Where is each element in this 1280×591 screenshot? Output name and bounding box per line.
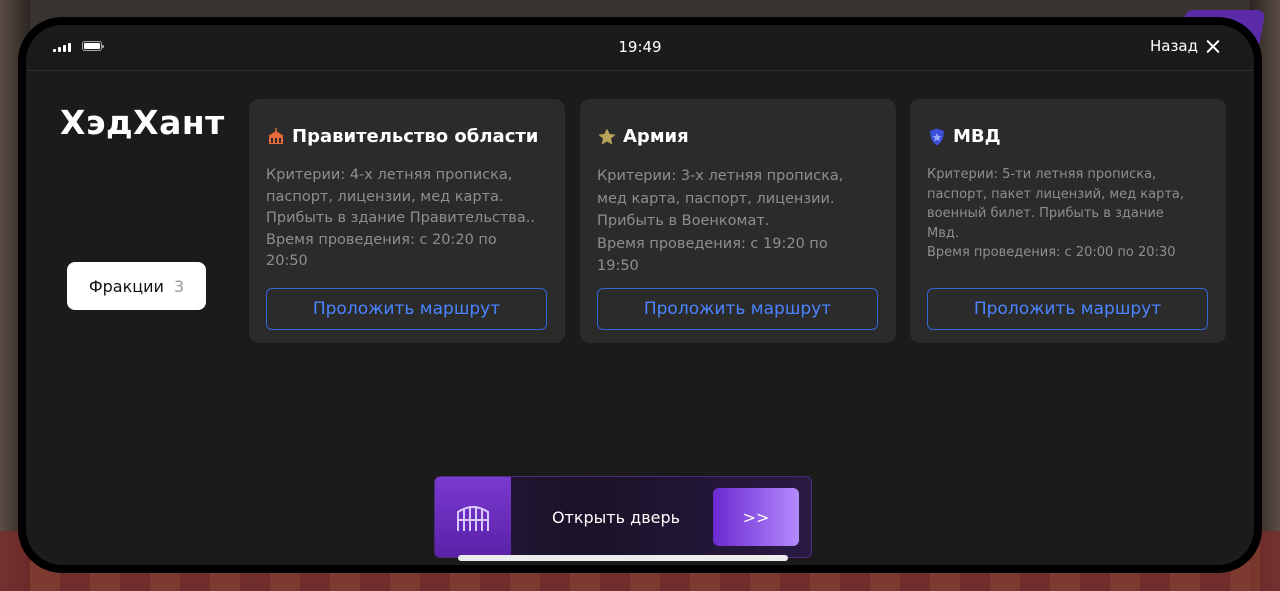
card-title: Правительство области [292,126,539,147]
card-header: Армия [597,126,689,147]
open-door-panel: Открыть дверь >> [434,476,812,558]
filter-count: 3 [173,276,185,296]
gate-icon [457,506,489,531]
criteria-line: мед карта, паспорт, лицензии. [597,190,835,207]
card-criteria: Критерии: 3-х летняя прописка, мед карта… [597,165,882,278]
home-indicator[interactable] [458,555,788,561]
build-route-button[interactable]: Проложить маршрут [927,288,1208,330]
back-button[interactable]: Назад [1150,37,1220,55]
app-title: ХэдХант [60,103,225,142]
card-criteria: Критерии: 5-ти летняя прописка, паспорт,… [927,165,1212,263]
factions-filter-button[interactable]: Фракции 3 [67,262,206,310]
card-title: МВД [953,126,1001,147]
card-header: МВД [927,126,1001,147]
criteria-line: военный билет. Прибыть в здание [927,206,1164,221]
faction-card-police: МВД Критерии: 5-ти летняя прописка, пасп… [910,99,1226,343]
build-route-button[interactable]: Проложить маршрут [266,288,547,330]
criteria-line: Прибыть в здание Правительства.. [266,210,535,226]
criteria-line: 20:50 [266,253,308,269]
card-title: Армия [623,126,689,147]
close-icon[interactable] [1206,39,1220,53]
criteria-line: Время проведения: с 20:20 по [266,231,497,248]
status-time: 19:49 [618,38,662,56]
police-shield-icon [930,128,944,145]
back-label: Назад [1149,37,1198,55]
status-bar: 19:49 Назад [26,25,1254,71]
criteria-line: паспорт, пакет лицензий, мед карта, [927,186,1185,202]
criteria-line: 19:50 [597,258,639,274]
open-door-button[interactable]: >> [713,488,799,546]
build-route-button[interactable]: Проложить маршрут [597,288,878,330]
faction-card-army: Армия Критерии: 3-х летняя прописка, мед… [580,99,896,343]
open-door-label: Открыть дверь [551,507,681,527]
criteria-line: Критерии: 5-ти летняя прописка, [927,167,1157,182]
criteria-line: Время проведения: с 19:20 по [597,235,828,252]
card-criteria: Критерии: 4-х летняя прописка, паспорт, … [266,165,551,273]
government-building-icon [268,127,284,144]
star-icon [598,128,616,145]
criteria-line: Критерии: 4-х летняя прописка, [266,167,513,183]
criteria-line: Прибыть в Военкомат. [597,213,770,229]
criteria-line: Время проведения: с 20:00 по 20:30 [927,245,1176,260]
faction-card-government: Правительство области Критерии: 4-х летн… [249,99,565,343]
gate-icon-box [435,477,511,557]
criteria-line: Мвд. [927,225,959,241]
card-header: Правительство области [266,126,538,147]
filter-label: Фракции [88,276,164,296]
criteria-line: паспорт, лицензии, мед карта. [266,188,504,205]
criteria-line: Критерии: 3-х летняя прописка, [597,168,844,184]
